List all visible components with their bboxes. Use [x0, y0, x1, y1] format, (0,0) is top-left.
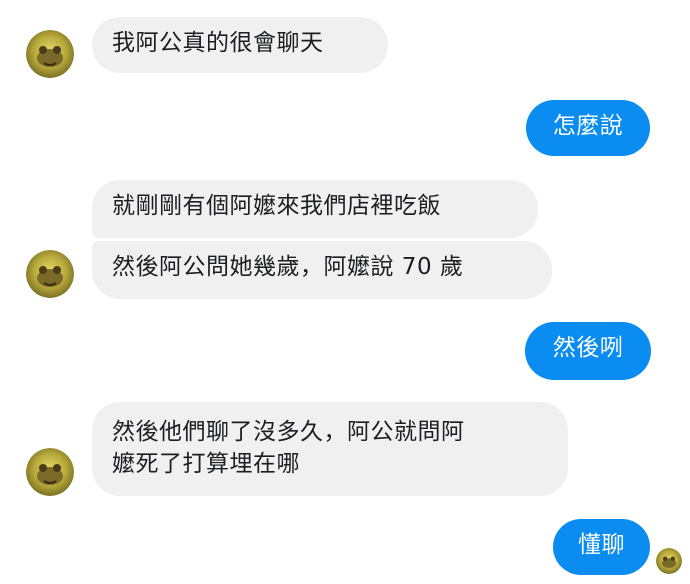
message-text: 就剛剛有個阿嬤來我們店裡吃飯 — [112, 193, 441, 219]
message-text: 然後咧 — [552, 335, 624, 361]
contact-avatar-icon[interactable] — [26, 448, 74, 496]
message-bubble-outgoing[interactable]: 然後咧 — [525, 322, 651, 380]
message-bubble-incoming[interactable]: 然後他們聊了沒多久，阿公就問阿 嬤死了打算埋在哪 — [92, 402, 568, 496]
contact-avatar-icon[interactable] — [26, 250, 74, 298]
message-text-line: 嬤死了打算埋在哪 — [112, 451, 300, 477]
message-bubble-outgoing[interactable]: 怎麼說 — [526, 100, 650, 156]
contact-avatar-icon[interactable] — [26, 30, 74, 78]
message-text: 然後阿公問她幾歲，阿嬤說 70 歲 — [112, 254, 464, 280]
message-text: 懂聊 — [578, 532, 625, 558]
message-text: 怎麼說 — [552, 113, 624, 139]
read-receipt-avatar-icon — [656, 548, 682, 574]
message-bubble-incoming[interactable]: 我阿公真的很會聊天 — [92, 17, 388, 73]
message-bubble-incoming[interactable]: 就剛剛有個阿嬤來我們店裡吃飯 — [92, 180, 538, 238]
message-bubble-incoming[interactable]: 然後阿公問她幾歲，阿嬤說 70 歲 — [92, 241, 552, 299]
message-text-line: 然後他們聊了沒多久，阿公就問阿 — [112, 419, 465, 445]
message-text: 我阿公真的很會聊天 — [112, 30, 324, 56]
message-bubble-outgoing[interactable]: 懂聊 — [553, 519, 650, 575]
